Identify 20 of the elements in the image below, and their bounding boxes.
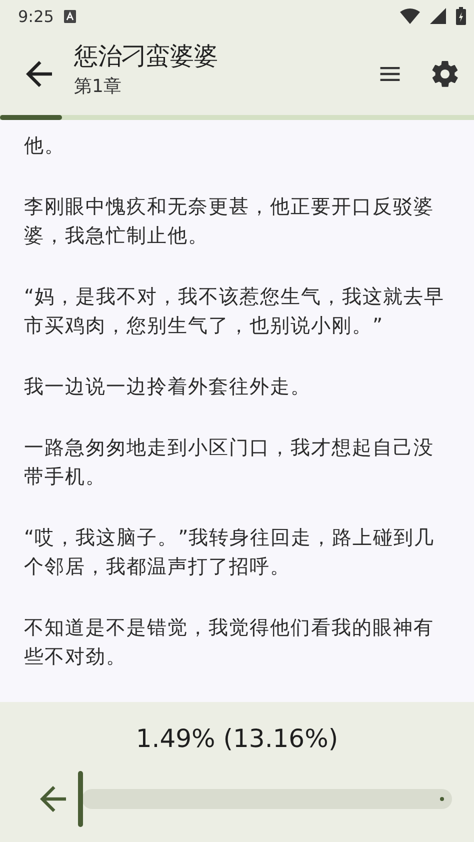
signal-icon <box>430 8 446 24</box>
paragraph: 李刚眼中愧疚和无奈更甚，他正要开口反驳婆婆，我急忙制止他。 <box>24 194 435 249</box>
wifi-icon <box>400 8 420 24</box>
slider-thumb[interactable] <box>78 771 83 827</box>
paragraph: 不知道是不是错觉，我觉得他们看我的眼神有些不对劲。 <box>24 615 435 670</box>
back-arrow-icon <box>26 60 52 86</box>
paragraph: “妈，是我不对，我不该惹您生气，我这就去早市买鸡肉，您别生气了，也别说小刚。” <box>24 284 446 339</box>
status-time: 9:25 <box>18 6 54 26</box>
paragraph: 他。 <box>24 133 66 159</box>
chapter-title: 第1章 <box>74 74 122 98</box>
progress-text: 1.49% (13.16%) <box>136 724 338 753</box>
book-title: 惩治刁蛮婆婆 <box>74 40 218 72</box>
battery-icon <box>456 7 466 25</box>
paragraph: “哎，我这脑子。”我转身往回走，路上碰到几个邻居，我都温声打了招呼。 <box>24 525 436 580</box>
paragraph: 我一边说一边拎着外套往外走。 <box>24 374 312 400</box>
menu-icon <box>378 66 402 80</box>
settings-icon <box>432 60 458 86</box>
back-arrow-icon <box>40 786 66 812</box>
paragraph: 一路急匆匆地走到小区门口，我才想起自己没带手机。 <box>24 435 435 490</box>
notification-icon <box>64 10 76 22</box>
